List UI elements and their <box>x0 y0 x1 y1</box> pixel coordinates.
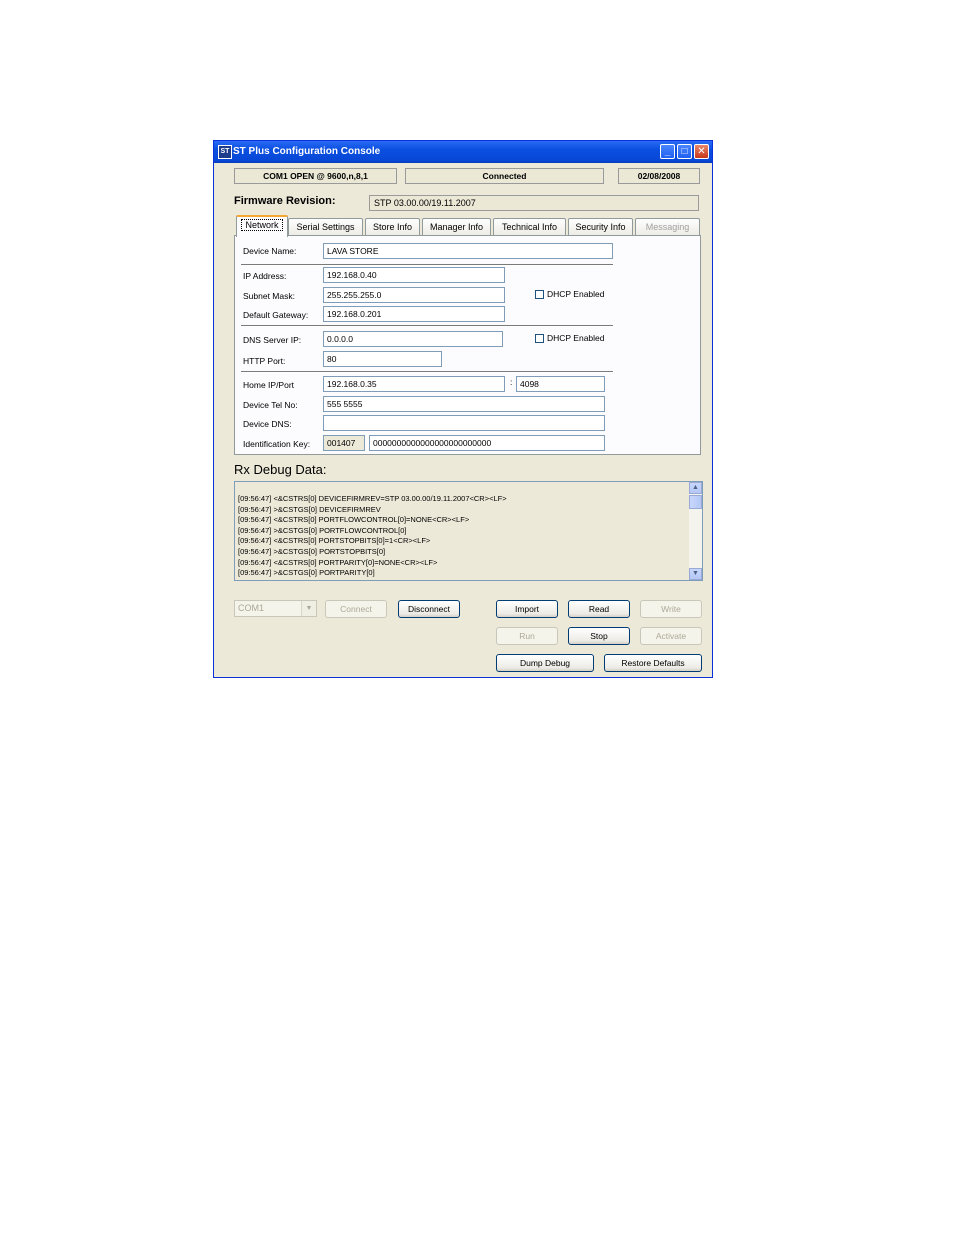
home-ip-port-label: Home IP/Port <box>243 380 295 390</box>
log-line: [09:56:47] <&CSTRS[0] DEVICEFIRMREV=STP … <box>238 494 507 503</box>
dhcp-label: DHCP Enabled <box>547 289 605 299</box>
dns-dhcp-checkbox[interactable] <box>535 334 544 343</box>
log-line: [09:56:47] >&CSTGS[0] PORTFLOWCONTROL[0] <box>238 525 407 535</box>
identification-key-label: Identification Key: <box>243 439 311 449</box>
tab-technical-info[interactable]: Technical Info <box>493 218 566 236</box>
com-port-value: COM1 <box>238 603 265 613</box>
device-tel-input[interactable]: 555 5555 <box>323 396 605 412</box>
dhcp-checkbox[interactable] <box>535 290 544 299</box>
com-port-select: COM1 ▼ <box>234 600 317 617</box>
dns-server-input[interactable]: 0.0.0.0 <box>323 331 503 347</box>
http-port-input[interactable]: 80 <box>323 351 442 367</box>
log-line: [09:56:47] >&CSTGS[0] DEVICEFIRMREV <box>238 504 381 514</box>
restore-defaults-button[interactable]: Restore Defaults <box>604 654 702 672</box>
log-line: [09:56:47] >&CSTGS[0] PORTPARITY[0] <box>238 568 375 578</box>
tab-messaging: Messaging <box>635 218 700 236</box>
chevron-down-icon: ▼ <box>301 601 316 616</box>
tab-store-info[interactable]: Store Info <box>365 218 420 236</box>
window-title: ST Plus Configuration Console <box>233 146 381 157</box>
subnet-mask-input[interactable]: 255.255.255.0 <box>323 287 505 303</box>
scroll-thumb[interactable] <box>689 495 702 509</box>
divider <box>241 325 613 327</box>
home-port-separator: : <box>510 377 513 387</box>
device-name-input[interactable]: LAVA STORE <box>323 243 613 259</box>
app-icon: ST <box>218 145 232 159</box>
default-gateway-label: Default Gateway: <box>243 310 309 320</box>
divider <box>241 371 613 373</box>
default-gateway-input[interactable]: 192.168.0.201 <box>323 306 505 322</box>
tab-network[interactable]: Network <box>236 215 288 237</box>
stop-button[interactable]: Stop <box>568 627 630 645</box>
run-button: Run <box>496 627 558 645</box>
identification-key-input[interactable]: 0000000000000000000000000 <box>369 435 605 451</box>
connection-status: Connected <box>405 168 604 184</box>
dns-server-label: DNS Server IP: <box>243 335 302 345</box>
tab-manager-info[interactable]: Manager Info <box>422 218 491 236</box>
date-status: 02/08/2008 <box>618 168 700 184</box>
log-line: [09:56:47] <&CSTRS[0] PORTFLOWCONTROL[0]… <box>238 515 470 525</box>
read-button[interactable]: Read <box>568 600 630 618</box>
close-icon[interactable]: ✕ <box>694 144 709 159</box>
firmware-label: Firmware Revision: <box>234 195 336 207</box>
device-tel-label: Device Tel No: <box>243 400 298 410</box>
import-button[interactable]: Import <box>496 600 558 618</box>
log-line: [09:56:47] <&CSTRS[0] PORTSTOPBITS[0]=1<… <box>238 536 431 546</box>
connect-button: Connect <box>325 600 387 618</box>
activate-button: Activate <box>640 627 702 645</box>
scroll-down-icon[interactable]: ▼ <box>689 568 702 580</box>
dns-dhcp-label: DHCP Enabled <box>547 333 605 343</box>
minimize-icon[interactable]: _ <box>660 144 675 159</box>
divider <box>241 264 613 266</box>
title-bar[interactable]: ST ST Plus Configuration Console _ □ ✕ <box>214 141 712 163</box>
tab-security-info[interactable]: Security Info <box>568 218 633 236</box>
http-port-label: HTTP Port: <box>243 356 286 366</box>
port-status: COM1 OPEN @ 9600,n,8,1 <box>234 168 397 184</box>
ip-address-label: IP Address: <box>243 271 287 281</box>
device-dns-input[interactable] <box>323 415 605 431</box>
home-ip-input[interactable]: 192.168.0.35 <box>323 376 505 392</box>
vertical-scrollbar[interactable]: ▲ ▼ <box>689 482 702 580</box>
disconnect-button[interactable]: Disconnect <box>398 600 460 618</box>
log-line: [09:56:47] <&CSTRS[0] PORTPARITY[0]=NONE… <box>238 557 438 567</box>
firmware-value: STP 03.00.00/19.11.2007 <box>369 195 699 211</box>
home-port-input[interactable]: 4098 <box>516 376 605 392</box>
device-name-label: Device Name: <box>243 246 297 256</box>
ip-address-input[interactable]: 192.168.0.40 <box>323 267 505 283</box>
log-line: [09:56:47] >&CSTGS[0] PORTSTOPBITS[0] <box>238 546 386 556</box>
network-panel: Device Name: LAVA STORE IP Address: 192.… <box>234 235 701 455</box>
tab-network-label: Network <box>241 219 283 231</box>
tab-serial-settings[interactable]: Serial Settings <box>288 218 363 236</box>
subnet-mask-label: Subnet Mask: <box>243 291 295 301</box>
scroll-up-icon[interactable]: ▲ <box>689 482 702 494</box>
dump-debug-button[interactable]: Dump Debug <box>496 654 594 672</box>
rx-log-lines: [09:56:47] <&CSTRS[0] DEVICEFIRMREV=STP … <box>238 494 507 579</box>
device-dns-label: Device DNS: <box>243 419 292 429</box>
main-window: ST ST Plus Configuration Console _ □ ✕ C… <box>213 140 713 678</box>
identification-key-prefix: 001407 <box>323 435 365 451</box>
rx-debug-log[interactable]: [09:56:47] <&CSTRS[0] DEVICEFIRMREV=STP … <box>234 481 703 581</box>
write-button: Write <box>640 600 702 618</box>
rx-debug-label: Rx Debug Data: <box>234 462 327 477</box>
maximize-icon[interactable]: □ <box>677 144 692 159</box>
